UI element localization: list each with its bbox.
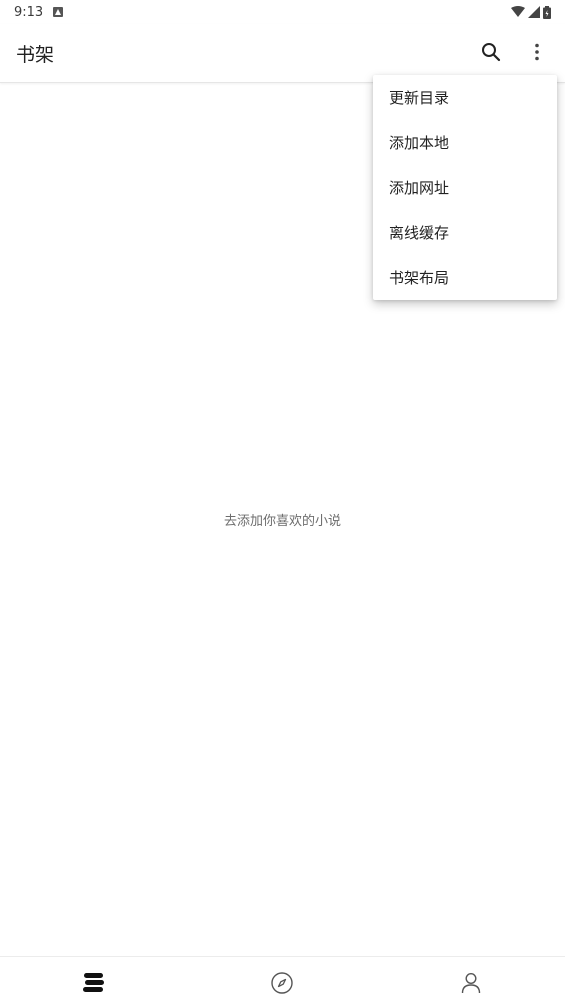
screen: 9:13 书架 去添加你喜欢的小说 更新目录 添加本地 添加网址 离线缓存 书架… xyxy=(0,0,565,1004)
more-vertical-icon xyxy=(535,43,539,61)
menu-item-update-catalog[interactable]: 更新目录 xyxy=(373,75,557,120)
page-title: 书架 xyxy=(16,44,55,66)
menu-item-shelf-layout[interactable]: 书架布局 xyxy=(373,255,557,300)
bottom-navigation xyxy=(0,956,565,1004)
battery-icon xyxy=(543,5,551,19)
bookshelf-icon xyxy=(83,973,105,992)
menu-item-add-url[interactable]: 添加网址 xyxy=(373,165,557,210)
compass-icon xyxy=(271,972,294,994)
nav-item-bookshelf[interactable] xyxy=(0,957,188,1004)
nav-item-profile[interactable] xyxy=(377,957,565,1004)
menu-item-label: 更新目录 xyxy=(389,89,450,107)
status-left: 9:13 xyxy=(14,4,64,20)
overflow-menu: 更新目录 添加本地 添加网址 离线缓存 书架布局 xyxy=(373,75,557,300)
a-notification-icon xyxy=(53,7,64,17)
menu-item-label: 书架布局 xyxy=(389,269,450,287)
search-button[interactable] xyxy=(477,38,505,66)
nav-item-discover[interactable] xyxy=(188,957,376,1004)
status-right xyxy=(511,5,551,19)
menu-item-label: 离线缓存 xyxy=(389,224,450,242)
signal-icon xyxy=(528,6,540,18)
menu-item-label: 添加本地 xyxy=(389,134,450,152)
empty-state-message: 去添加你喜欢的小说 xyxy=(223,514,341,529)
menu-item-add-local[interactable]: 添加本地 xyxy=(373,120,557,165)
person-icon xyxy=(461,972,481,994)
more-options-button[interactable] xyxy=(523,38,551,66)
menu-item-label: 添加网址 xyxy=(389,179,450,197)
wifi-icon xyxy=(511,6,525,17)
status-time: 9:13 xyxy=(14,4,44,20)
app-actions xyxy=(477,38,551,66)
search-icon xyxy=(482,43,501,62)
status-bar: 9:13 xyxy=(0,0,565,24)
menu-item-offline-cache[interactable]: 离线缓存 xyxy=(373,210,557,255)
